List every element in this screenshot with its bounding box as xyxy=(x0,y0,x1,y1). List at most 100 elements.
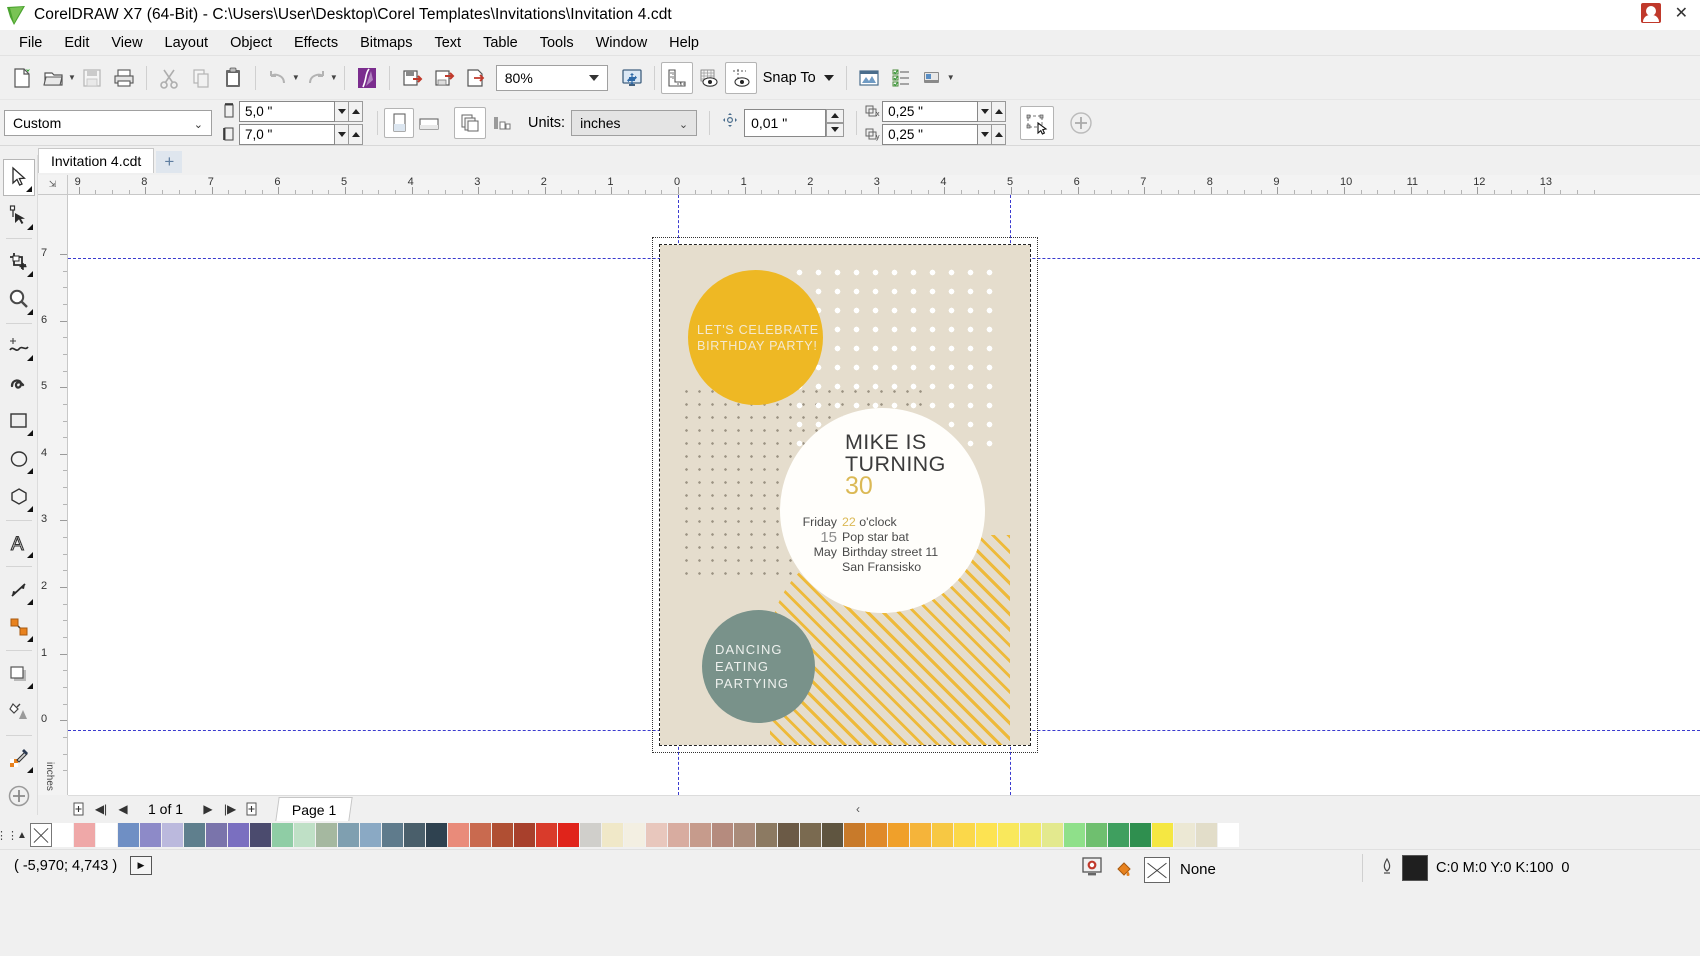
copy-button[interactable] xyxy=(185,62,217,94)
publish-to-pdf-button[interactable] xyxy=(460,62,492,94)
ruler-origin-button[interactable]: ⇲ xyxy=(38,175,68,195)
zoom-level-combo[interactable]: 80% xyxy=(495,64,608,91)
full-screen-preview-button[interactable] xyxy=(616,62,648,94)
menu-help[interactable]: Help xyxy=(658,32,710,54)
collapse-left-icon[interactable]: ‹ xyxy=(856,802,860,816)
page-width-down-button[interactable] xyxy=(335,100,349,122)
next-page-button[interactable]: ▶ xyxy=(197,798,219,820)
document-page[interactable]: LET'S CELEBRATE BIRTHDAY PARTY! MIKE IS … xyxy=(659,244,1031,746)
menu-file[interactable]: File xyxy=(8,32,53,54)
duplicate-x-up-button[interactable] xyxy=(992,100,1007,122)
palette-swatch[interactable] xyxy=(800,823,822,847)
application-launcher-button[interactable] xyxy=(917,62,949,94)
add-control-button[interactable] xyxy=(1064,106,1098,140)
palette-drag-handle-icon[interactable]: ⋮⋮ xyxy=(0,824,18,846)
palette-swatch[interactable] xyxy=(712,823,734,847)
portrait-orientation-button[interactable] xyxy=(384,107,414,138)
nudge-distance-input[interactable]: 0,01 " xyxy=(744,108,827,137)
menu-bitmaps[interactable]: Bitmaps xyxy=(349,32,423,54)
show-guidelines-button[interactable] xyxy=(724,61,757,94)
parallel-dimension-tool[interactable] xyxy=(3,571,35,608)
menu-table[interactable]: Table xyxy=(472,32,529,54)
print-button[interactable] xyxy=(108,62,140,94)
freehand-tool[interactable] xyxy=(3,327,35,364)
previous-page-button[interactable]: ◀ xyxy=(112,798,134,820)
duplicate-y-up-button[interactable] xyxy=(992,123,1007,145)
menu-edit[interactable]: Edit xyxy=(53,32,100,54)
ellipse-tool[interactable] xyxy=(3,440,35,477)
palette-swatch[interactable] xyxy=(52,823,74,847)
palette-swatch[interactable] xyxy=(1108,823,1130,847)
close-window-button[interactable]: ✕ xyxy=(1669,3,1694,23)
last-page-button[interactable]: |▶ xyxy=(219,798,241,820)
vertical-ruler[interactable]: inches 7 6 5 4 3 2 1 0 xyxy=(38,195,68,795)
show-grid-button[interactable] xyxy=(693,62,725,94)
palette-swatch[interactable] xyxy=(206,823,228,847)
page-height-input[interactable]: 7,0 " xyxy=(239,123,335,145)
palette-swatch[interactable] xyxy=(756,823,778,847)
palette-swatch[interactable] xyxy=(1086,823,1108,847)
palette-swatch[interactable] xyxy=(932,823,954,847)
palette-swatch[interactable] xyxy=(74,823,96,847)
outline-color-swatch[interactable] xyxy=(1402,855,1428,881)
yellow-circle-shape[interactable]: LET'S CELEBRATE BIRTHDAY PARTY! xyxy=(688,270,823,405)
menu-tools[interactable]: Tools xyxy=(529,32,585,54)
palette-swatch[interactable] xyxy=(580,823,602,847)
straight-line-connector-tool[interactable] xyxy=(3,609,35,646)
palette-swatch[interactable] xyxy=(536,823,558,847)
palette-swatch[interactable] xyxy=(96,823,118,847)
palette-swatch[interactable] xyxy=(1196,823,1218,847)
snap-to-dropdown[interactable]: Snap To xyxy=(757,70,840,86)
palette-swatch[interactable] xyxy=(338,823,360,847)
palette-swatch[interactable] xyxy=(1042,823,1064,847)
add-document-tab-button[interactable]: + xyxy=(156,151,183,173)
palette-swatch[interactable] xyxy=(624,823,646,847)
object-manager-button[interactable] xyxy=(885,62,917,94)
open-document-button[interactable] xyxy=(38,62,70,94)
invitation-artwork[interactable]: LET'S CELEBRATE BIRTHDAY PARTY! MIKE IS … xyxy=(660,245,1030,745)
export-button[interactable] xyxy=(428,62,460,94)
palette-swatch[interactable] xyxy=(1174,823,1196,847)
cut-button[interactable] xyxy=(153,62,185,94)
transparency-tool[interactable] xyxy=(3,693,35,730)
palette-swatch[interactable] xyxy=(228,823,250,847)
redo-button[interactable] xyxy=(300,62,332,94)
duplicate-distance-y-input[interactable]: 0,25 " xyxy=(882,123,979,145)
units-combo[interactable]: inches ⌄ xyxy=(571,109,698,136)
apply-to-current-page-button[interactable] xyxy=(486,107,518,139)
import-button[interactable] xyxy=(396,62,428,94)
drop-shadow-tool[interactable] xyxy=(3,655,35,692)
horizontal-ruler[interactable]: 9 8 7 6 5 4 3 2 1 0 1 2 3 4 5 6 7 8 9 10 11 12 13 xyxy=(68,175,1700,195)
first-page-button[interactable]: ◀| xyxy=(90,798,112,820)
document-tab-invitation[interactable]: Invitation 4.cdt xyxy=(38,148,155,173)
drawing-canvas[interactable]: LET'S CELEBRATE BIRTHDAY PARTY! MIKE IS … xyxy=(68,195,1700,795)
green-circle-shape[interactable]: DANCING EATING PARTYING xyxy=(702,610,815,723)
palette-swatch[interactable] xyxy=(822,823,844,847)
add-page-after-button[interactable] xyxy=(241,798,263,820)
palette-swatch[interactable] xyxy=(404,823,426,847)
duplicate-distance-x-input[interactable]: 0,25 " xyxy=(882,100,979,122)
save-button[interactable] xyxy=(76,62,108,94)
palette-swatch[interactable] xyxy=(448,823,470,847)
white-circle-shape[interactable]: MIKE IS TURNING 30 Friday 15 May 22 o'cl… xyxy=(780,408,985,613)
menu-layout[interactable]: Layout xyxy=(154,32,220,54)
palette-swatch[interactable] xyxy=(118,823,140,847)
shape-tool[interactable] xyxy=(3,197,35,234)
apply-to-all-pages-button[interactable] xyxy=(454,106,486,139)
palette-scroll-up-icon[interactable]: ▲ xyxy=(14,824,30,846)
page-width-input[interactable]: 5,0 " xyxy=(239,100,335,122)
palette-swatch[interactable] xyxy=(646,823,668,847)
palette-swatch[interactable] xyxy=(382,823,404,847)
menu-view[interactable]: View xyxy=(100,32,153,54)
palette-swatch[interactable] xyxy=(910,823,932,847)
page-height-up-button[interactable] xyxy=(349,123,363,145)
palette-swatch[interactable] xyxy=(514,823,536,847)
new-document-button[interactable] xyxy=(6,62,38,94)
palette-swatch[interactable] xyxy=(140,823,162,847)
palette-swatch[interactable] xyxy=(998,823,1020,847)
duplicate-y-down-button[interactable] xyxy=(978,123,993,145)
palette-swatch[interactable] xyxy=(866,823,888,847)
nudge-down-button[interactable] xyxy=(826,122,845,137)
palette-swatch[interactable] xyxy=(184,823,206,847)
palette-swatch[interactable] xyxy=(492,823,514,847)
